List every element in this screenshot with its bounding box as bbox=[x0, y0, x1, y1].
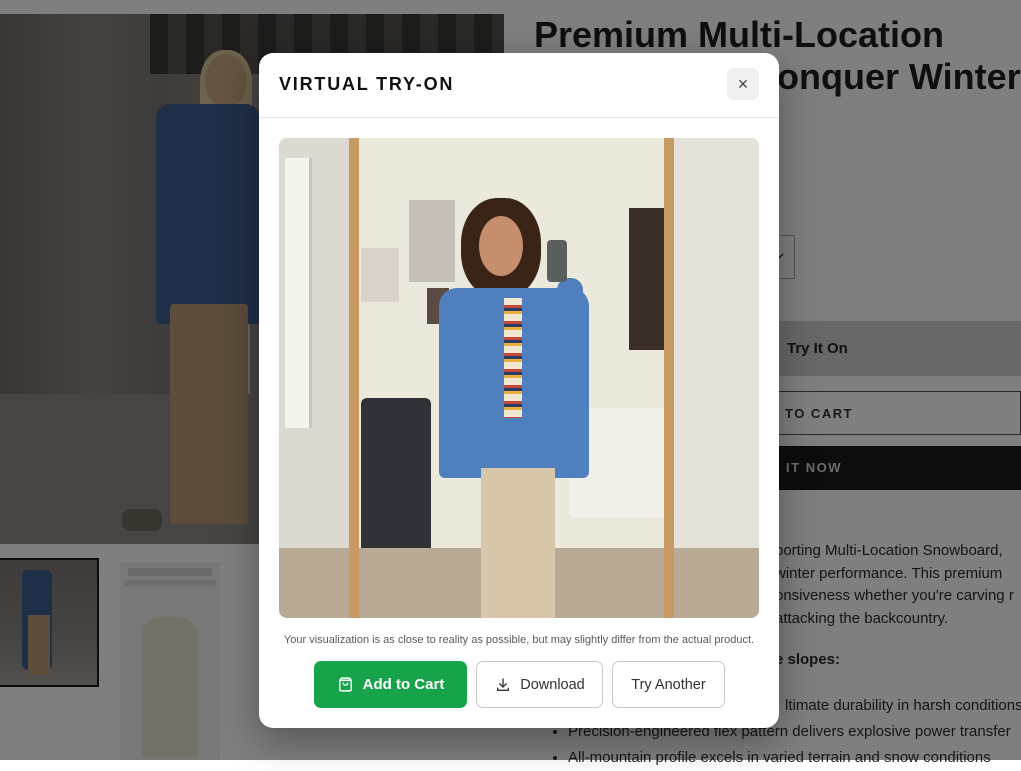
try-another-label: Try Another bbox=[631, 676, 706, 693]
download-label: Download bbox=[520, 676, 585, 693]
download-button[interactable]: Download bbox=[476, 661, 603, 708]
scene-wall-right bbox=[669, 138, 759, 618]
scene-window bbox=[285, 158, 312, 428]
close-button[interactable]: × bbox=[727, 68, 759, 100]
scene-model bbox=[439, 198, 599, 618]
disclaimer-text: Your visualization is as close to realit… bbox=[283, 634, 755, 646]
close-icon: × bbox=[737, 73, 749, 94]
virtual-try-on-modal: VIRTUAL TRY-ON × Your visualization is a… bbox=[259, 53, 779, 728]
shopping-bag-icon bbox=[337, 676, 355, 694]
modal-actions: Add to Cart Download Try Another bbox=[314, 661, 725, 708]
download-icon bbox=[494, 676, 512, 694]
modal-header: VIRTUAL TRY-ON × bbox=[259, 53, 779, 118]
try-on-result-image bbox=[279, 138, 759, 618]
model-phone bbox=[547, 240, 567, 282]
model-face bbox=[479, 216, 523, 276]
model-pants bbox=[481, 468, 555, 618]
scene-poster bbox=[629, 208, 667, 350]
scene-poster bbox=[361, 248, 399, 302]
add-to-cart-button[interactable]: Add to Cart bbox=[314, 661, 467, 708]
add-to-cart-label: Add to Cart bbox=[362, 676, 445, 693]
mirror-frame-left bbox=[349, 138, 359, 618]
modal-title: VIRTUAL TRY-ON bbox=[279, 74, 455, 94]
model-sweater bbox=[504, 298, 522, 418]
try-another-button[interactable]: Try Another bbox=[612, 661, 725, 708]
mirror-frame-right bbox=[664, 138, 674, 618]
model-arm bbox=[557, 278, 583, 398]
